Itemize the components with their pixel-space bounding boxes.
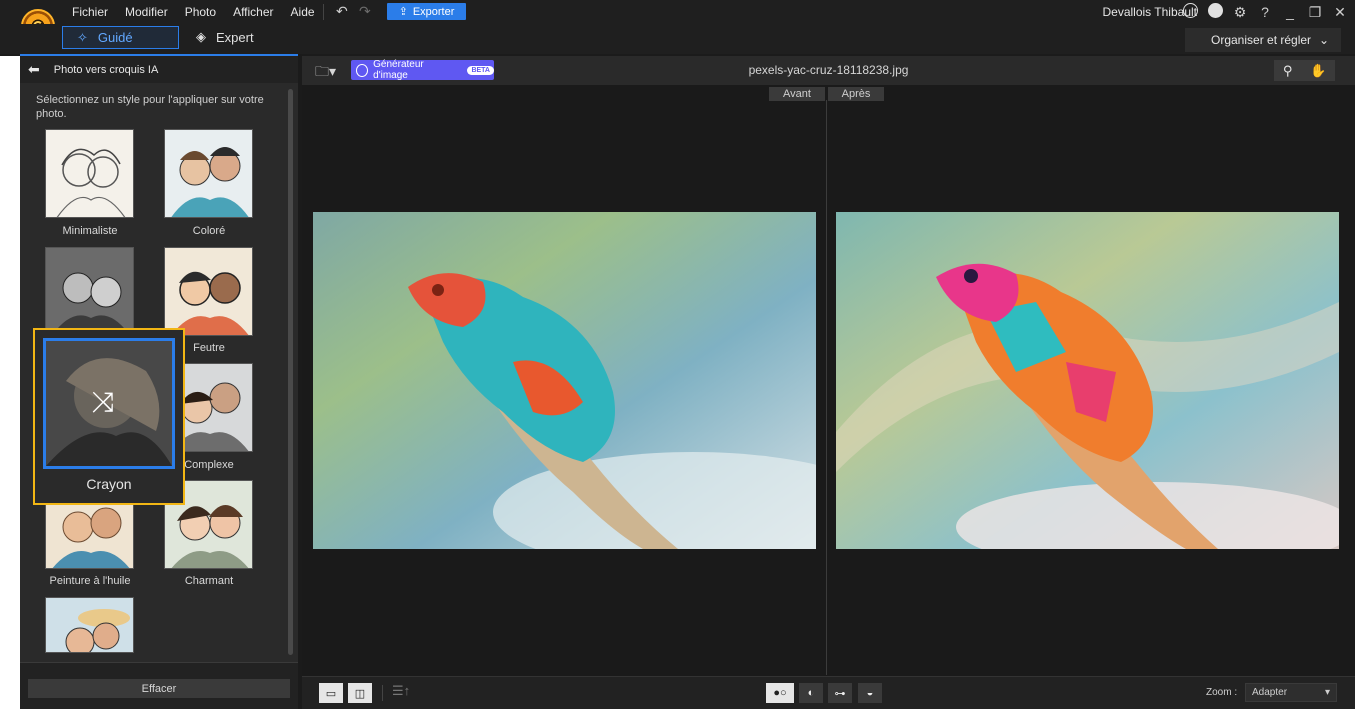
- pencil-portrait-image: [52, 272, 130, 335]
- panel-title: Photo vers croquis IA: [53, 63, 159, 76]
- style-thumb-crayon[interactable]: [45, 247, 134, 336]
- chameleon-before-image: [313, 212, 816, 549]
- style-thumb-extra[interactable]: [45, 597, 134, 653]
- image-viewer: 🗀▾ Générateur d'image BETA pexels-yac-cr…: [302, 56, 1355, 709]
- horizontal-half-icon: ◒: [866, 687, 874, 699]
- workspace-dropdown[interactable]: Organiser et régler ⌄: [1185, 28, 1341, 52]
- style-label-charmant: Charmant: [184, 575, 234, 587]
- colored-portrait-image: [171, 147, 249, 217]
- side-by-side-compare-button[interactable]: ●○: [766, 683, 794, 703]
- hand-icon[interactable]: ✋: [1310, 63, 1326, 79]
- export-label: Exporter: [412, 5, 455, 18]
- side-by-side-icon: ●○: [773, 687, 787, 699]
- export-button[interactable]: ⇪ Exporter: [387, 3, 466, 20]
- stacked-icon: ⊶: [834, 687, 846, 700]
- shuffle-icon: ⤨: [92, 386, 115, 417]
- panel-footer: Effacer: [20, 662, 298, 709]
- title-bar: Fichier Modifier Photo Afficher Aide ↶ ↷…: [0, 0, 1355, 24]
- half-circle-icon: ◐: [807, 687, 815, 699]
- close-icon[interactable]: ✕: [1333, 4, 1347, 21]
- window-edge: [0, 56, 20, 709]
- vertical-split-compare-button[interactable]: ◐: [799, 683, 823, 703]
- dropdown-arrow-icon: ▾: [1324, 687, 1330, 698]
- style-thumb-feutre[interactable]: [164, 247, 253, 336]
- compare-list-icon[interactable]: ☰↑: [392, 683, 410, 699]
- compare-divider[interactable]: [826, 100, 827, 675]
- split-view-icon: ◫: [354, 687, 366, 700]
- file-name: pexels-yac-cruz-18118238.jpg: [748, 63, 909, 77]
- pencil-preview: ⤨: [43, 338, 175, 469]
- style-thumb-colore[interactable]: [164, 129, 253, 218]
- redo-icon[interactable]: ↷: [359, 3, 371, 20]
- tab-expert-label: Expert: [216, 29, 254, 45]
- zoom-select[interactable]: Adapter ▾: [1245, 683, 1337, 702]
- chameleon-after-image: [836, 212, 1339, 549]
- undo-icon[interactable]: ↶: [336, 3, 348, 20]
- menu-bar: Fichier Modifier Photo Afficher Aide: [72, 5, 332, 19]
- upload-icon: ⇪: [398, 6, 408, 18]
- layers-icon: ◈: [196, 29, 206, 44]
- panel-header: ⬅ Photo vers croquis IA: [20, 56, 298, 83]
- magic-wand-icon: ✧: [77, 29, 88, 45]
- zoom-value: Adapter: [1252, 687, 1288, 698]
- menu-afficher[interactable]: Afficher: [233, 5, 273, 19]
- tab-guide[interactable]: ✧ Guidé: [62, 26, 179, 49]
- marker-portrait-image: [171, 271, 249, 335]
- zoom-label: Zoom :: [1206, 687, 1238, 698]
- menu-aide[interactable]: Aide: [291, 5, 315, 19]
- panel-scrollbar[interactable]: [288, 89, 293, 655]
- account-icon[interactable]: [1183, 3, 1198, 21]
- top-bottom-compare-button[interactable]: ⊶: [828, 683, 852, 703]
- before-photo: [313, 212, 816, 549]
- style-label-colore: Coloré: [192, 225, 226, 237]
- viewer-footer: ▭ ◫ ☰↑ ●○ ◐ ⊶ ◒ Zoom : Adapter ▾: [302, 676, 1355, 709]
- workspace-label: Organiser et régler: [1211, 33, 1312, 47]
- style-label-peinture-huile: Peinture à l'huile: [49, 575, 131, 587]
- hover-style-label: Crayon: [86, 476, 132, 492]
- viewer-toolbar: 🗀▾ Générateur d'image BETA pexels-yac-cr…: [302, 56, 1355, 85]
- before-label: Avant: [769, 87, 825, 101]
- after-photo: [836, 212, 1339, 549]
- divider: [323, 4, 324, 20]
- zoom-icon[interactable]: ⚲: [1283, 63, 1293, 79]
- menu-fichier[interactable]: Fichier: [72, 5, 108, 19]
- help-icon[interactable]: ?: [1258, 4, 1272, 20]
- split-view-button[interactable]: ◫: [348, 683, 372, 703]
- chevron-down-icon: ⌄: [1318, 33, 1329, 47]
- mode-bar: ✧ Guidé ◈ Expert Organiser et régler ⌄: [0, 24, 1355, 54]
- minimize-icon[interactable]: _: [1283, 4, 1297, 20]
- tab-expert[interactable]: ◈ Expert: [196, 29, 254, 45]
- back-arrow-icon[interactable]: ⬅: [28, 61, 40, 78]
- single-view-icon: ▭: [325, 687, 337, 700]
- after-label: Après: [828, 87, 884, 101]
- sunhat-portrait-image: [65, 609, 130, 652]
- horizontal-split-compare-button[interactable]: ◒: [858, 683, 882, 703]
- clear-button[interactable]: Effacer: [28, 679, 290, 698]
- panel-hint: Sélectionnez un style pour l'appliquer s…: [36, 94, 264, 120]
- style-thumb-minimaliste[interactable]: [45, 129, 134, 218]
- tab-guide-label: Guidé: [97, 30, 133, 45]
- menu-photo[interactable]: Photo: [185, 5, 216, 19]
- restore-icon[interactable]: ❐: [1308, 4, 1322, 21]
- gear-icon[interactable]: ⚙: [1233, 4, 1247, 21]
- window-controls: ⚙ ? _ ❐ ✕: [1183, 3, 1347, 21]
- view-tools: ⚲ ✋: [1274, 60, 1335, 81]
- single-view-button[interactable]: ▭: [319, 683, 343, 703]
- sketch-portrait-image: [56, 148, 126, 217]
- style-label-minimaliste: Minimaliste: [62, 225, 118, 237]
- divider: [382, 685, 383, 701]
- style-hover-card[interactable]: ⤨ Crayon: [33, 328, 185, 505]
- menu-modifier[interactable]: Modifier: [125, 5, 168, 19]
- notification-icon[interactable]: [1208, 3, 1223, 21]
